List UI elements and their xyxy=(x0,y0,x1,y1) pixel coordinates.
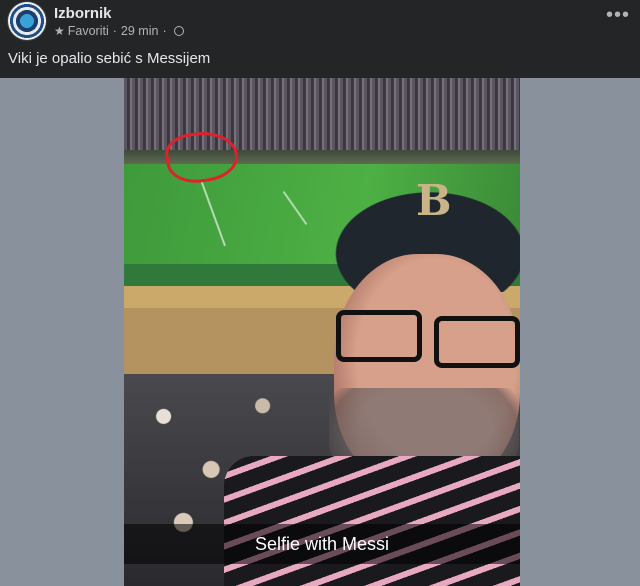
snap-caption-bar: Selfie with Messi xyxy=(124,524,520,564)
globe-icon xyxy=(173,26,184,36)
page-avatar[interactable] xyxy=(8,2,46,40)
post-header: Izbornik ★ Favoriti · 29 min · ••• xyxy=(0,0,640,48)
post-photo[interactable]: B Selfie with Messi xyxy=(124,78,520,586)
more-options-icon[interactable]: ••• xyxy=(606,4,630,27)
glasses-right-lens xyxy=(434,316,520,368)
post-meta: ★ Favoriti · 29 min · xyxy=(54,24,184,38)
glasses-left-lens xyxy=(336,310,422,362)
star-icon: ★ xyxy=(54,24,65,38)
post-caption: Viki je opalio sebić s Messijem xyxy=(8,50,211,67)
snap-caption-text: Selfie with Messi xyxy=(254,533,390,554)
striped-shirt xyxy=(224,456,520,586)
author-name[interactable]: Izbornik xyxy=(54,5,112,22)
cap-logo: B xyxy=(416,176,452,225)
separator-dot: · xyxy=(112,24,117,38)
post-time[interactable]: 29 min xyxy=(121,24,159,38)
separator-dot-2: · xyxy=(162,24,167,38)
audience-label[interactable]: Favoriti xyxy=(68,24,109,38)
